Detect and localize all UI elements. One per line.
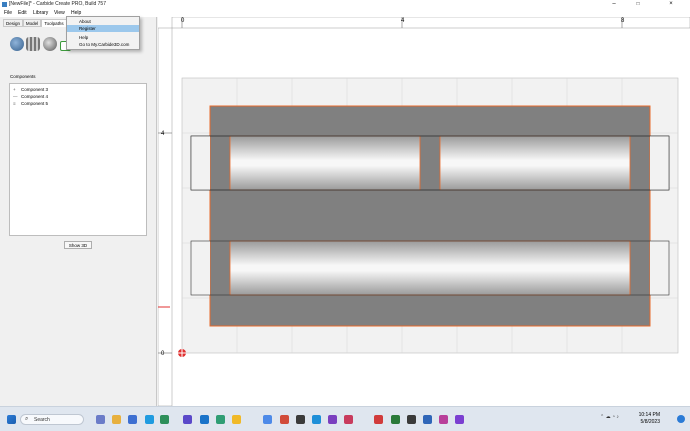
- component-label: Component 4: [21, 94, 49, 99]
- component-bar-top-right: [439, 135, 631, 191]
- notification-icon[interactable]: [677, 415, 685, 423]
- clock-date[interactable]: 5/8/2023: [632, 419, 660, 425]
- canvas-svg[interactable]: 0 4 8 4 0: [158, 17, 690, 406]
- origin-marker-icon: [178, 349, 186, 357]
- carbide-create-icon[interactable]: [391, 415, 400, 424]
- clock-time[interactable]: 10:14 PM: [632, 412, 660, 418]
- app-icon-14[interactable]: [423, 415, 432, 424]
- top-ruler: [171, 17, 690, 29]
- component-icon: +: [13, 87, 16, 92]
- outline-cap-right-top: [650, 136, 669, 190]
- app-icon-10[interactable]: [328, 415, 337, 424]
- components-list: + Component 3 — Component 4 ≡ Component 5: [9, 83, 147, 236]
- component-label: Component 5: [21, 101, 49, 106]
- outline-cap-left-top: [191, 136, 210, 190]
- app-icon-13[interactable]: [407, 415, 416, 424]
- show-3d-button[interactable]: Show 3D: [64, 241, 92, 249]
- component-icon: ≡: [13, 101, 16, 106]
- taskbar-search[interactable]: ⌕ Search: [20, 414, 84, 425]
- help-dropdown-menu: About Register Help Go to My.Carbide3D.c…: [66, 16, 140, 50]
- menu-file[interactable]: File: [4, 10, 12, 16]
- title-bar: [NewFile]* - Carbide Create PRO, Build 7…: [0, 0, 690, 9]
- component-bar-top-left: [229, 135, 421, 191]
- system-tray-icons[interactable]: ⌃ ☁ ◔ ♪: [600, 414, 619, 420]
- app-icon-5[interactable]: [232, 415, 241, 424]
- menu-item-help[interactable]: Help: [67, 34, 139, 41]
- app-icon-4[interactable]: [216, 415, 225, 424]
- design-canvas-area[interactable]: 0 4 8 4 0: [158, 17, 690, 406]
- app-icon-11[interactable]: [344, 415, 353, 424]
- app-icon-12[interactable]: [374, 415, 383, 424]
- tab-toolpaths[interactable]: Toolpaths: [41, 19, 67, 27]
- list-item[interactable]: — Component 4: [13, 93, 48, 100]
- search-icon: ⌕: [25, 416, 29, 422]
- maximize-button[interactable]: □: [628, 1, 648, 8]
- menu-edit[interactable]: Edit: [18, 10, 27, 16]
- menu-item-about[interactable]: About: [67, 18, 139, 25]
- window-title: [NewFile]* - Carbide Create PRO, Build 7…: [9, 1, 106, 7]
- left-panel: Design Model Toolpaths Components + Compo…: [0, 17, 157, 406]
- list-item[interactable]: ≡ Component 5: [13, 100, 48, 107]
- app-icon-16[interactable]: [455, 415, 464, 424]
- app-icon-3[interactable]: [183, 415, 192, 424]
- edge-icon[interactable]: [200, 415, 209, 424]
- sphere-component-icon[interactable]: [43, 37, 57, 51]
- left-ruler: [158, 27, 173, 406]
- create-shape-icon[interactable]: [10, 37, 24, 51]
- list-item[interactable]: + Component 3: [13, 86, 48, 93]
- menu-item-register[interactable]: Register: [67, 25, 139, 32]
- close-button[interactable]: ×: [660, 1, 682, 8]
- import-model-icon[interactable]: [26, 37, 40, 51]
- mail-icon[interactable]: [145, 415, 154, 424]
- app-icon-9[interactable]: [312, 415, 321, 424]
- menu-library[interactable]: Library: [33, 10, 48, 16]
- app-icon-2[interactable]: [160, 415, 169, 424]
- app-icon: [2, 2, 7, 7]
- menu-view[interactable]: View: [54, 10, 65, 16]
- folder-icon[interactable]: [112, 415, 121, 424]
- app-icon-6[interactable]: [263, 415, 272, 424]
- outline-cap-left-bottom: [191, 241, 210, 295]
- components-label: Components: [10, 74, 36, 79]
- outline-cap-right-bottom: [650, 241, 669, 295]
- component-bar-bottom: [229, 240, 631, 296]
- task-view-icon[interactable]: [96, 415, 105, 424]
- app-icon-8[interactable]: [296, 415, 305, 424]
- start-icon[interactable]: [7, 415, 16, 424]
- component-label: Component 3: [21, 87, 49, 92]
- component-icon: —: [13, 94, 18, 99]
- store-icon[interactable]: [128, 415, 137, 424]
- minimize-button[interactable]: –: [604, 1, 624, 8]
- taskbar: ⌕ Search ⌃ ☁ ◔ ♪ 10:14 PM 5/8/2023: [0, 406, 690, 431]
- app-icon-7[interactable]: [280, 415, 289, 424]
- tab-design[interactable]: Design: [3, 19, 23, 27]
- menu-item-go-to-website[interactable]: Go to My.Carbide3D.com: [67, 41, 139, 48]
- tab-model[interactable]: Model: [23, 19, 41, 27]
- search-label: Search: [34, 417, 50, 423]
- app-icon-15[interactable]: [439, 415, 448, 424]
